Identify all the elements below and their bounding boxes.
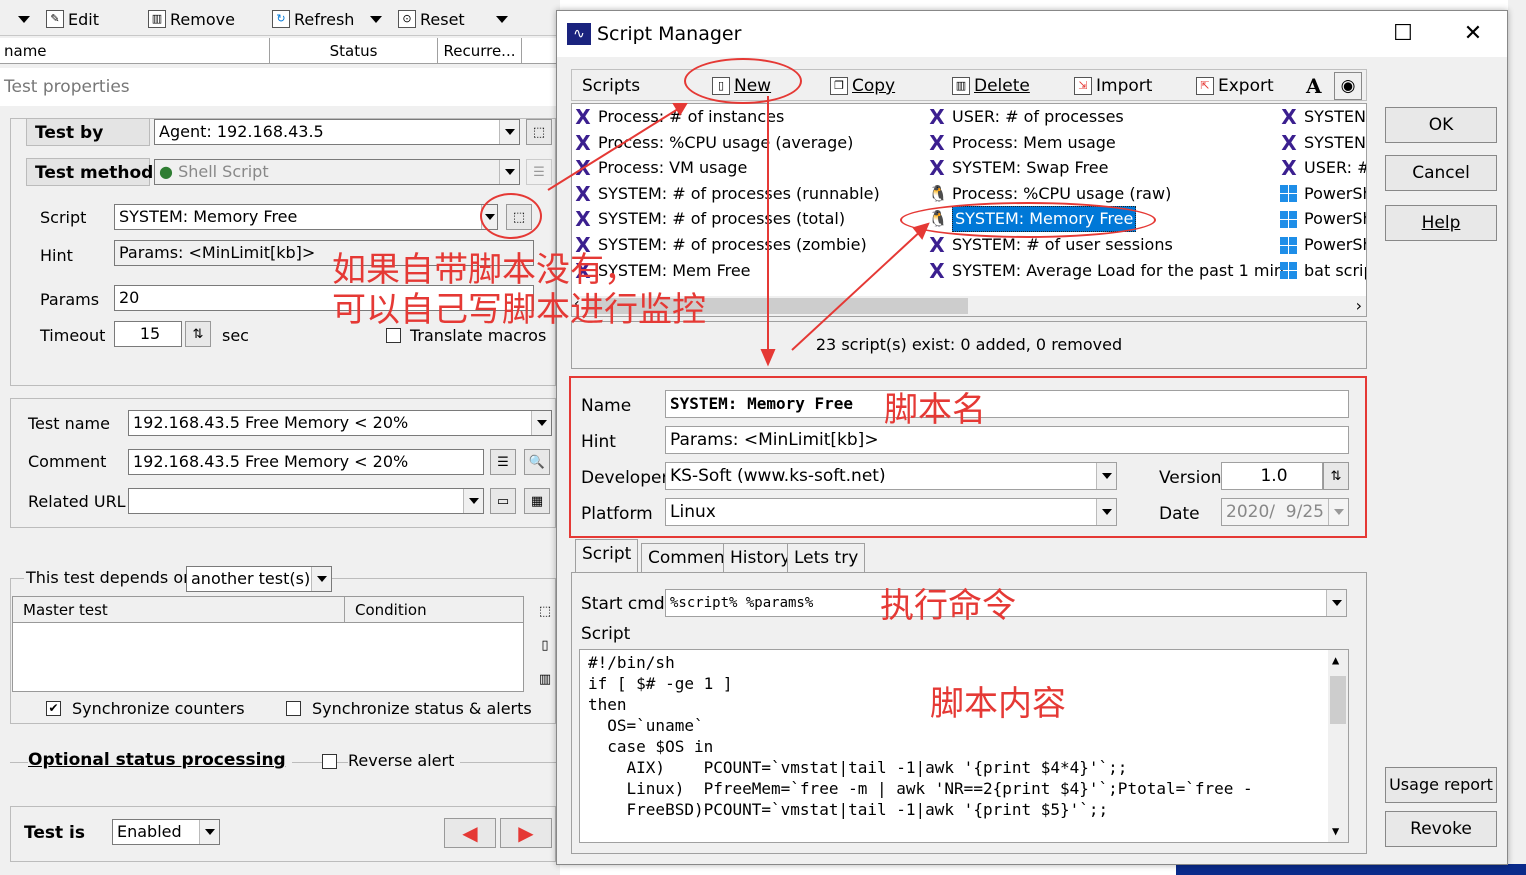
annotation-exec-cmd: 执行命令 <box>880 586 1016 626</box>
screen: ✎ Edit ▥ Remove ↻ Refresh ⊙ Reset name Statu… <box>0 0 1526 875</box>
annotation-script-content: 脚本内容 <box>930 684 1066 724</box>
annotation-script-name: 脚本名 <box>884 390 986 430</box>
annotation-arrows <box>547 96 930 367</box>
annotation-custom-script: 如果自带脚本没有， 可以自己写脚本进行监控 <box>332 250 706 330</box>
